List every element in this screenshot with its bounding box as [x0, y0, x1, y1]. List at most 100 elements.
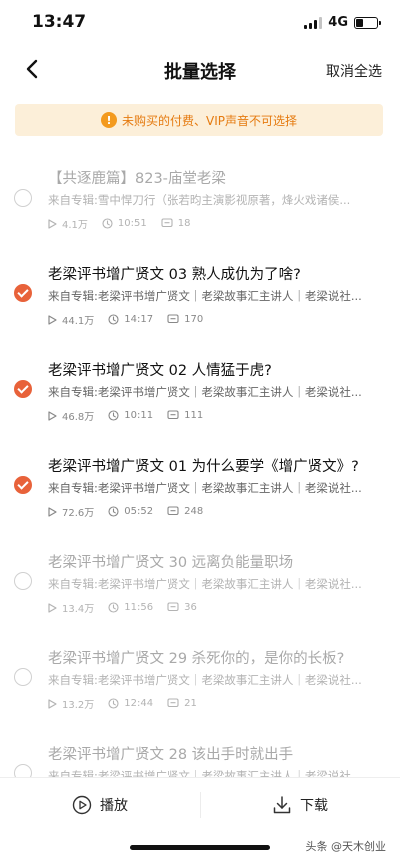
play-count: 44.1万 [48, 312, 94, 327]
play-count-value: 4.1万 [62, 220, 88, 231]
track-title: 老梁评书增广贤文 28 该出手时就出手 [48, 747, 294, 763]
status-icons: 4G [304, 15, 381, 30]
track-album: 来自专辑:老梁评书增广贤文｜老梁故事汇主讲人｜老梁说社... [48, 385, 362, 399]
play-count: 72.6万 [48, 504, 94, 519]
duration-value: 11:56 [124, 602, 154, 613]
track-title: 老梁评书增广贤文 29 杀死你的，是你的长板? [48, 651, 345, 667]
play-count-icon [48, 506, 57, 517]
track-item[interactable]: 老梁评书增广贤文 01 为什么要学《增广贤文》? 来自专辑:老梁评书增广贤文｜老梁… [0, 440, 400, 536]
cancel-select-all-button[interactable]: 取消全选 [326, 61, 382, 81]
track-album: 来自专辑:老梁评书增广贤文｜老梁故事汇主讲人｜老梁说社... [48, 577, 362, 591]
duration-clock-icon [102, 218, 113, 229]
comment-count-value: 36 [184, 602, 197, 613]
play-circle-icon [72, 795, 92, 814]
comment-icon [167, 698, 179, 708]
network-type: 4G [328, 15, 348, 30]
comment-count-value: 21 [184, 698, 197, 709]
play-label: 播放 [100, 797, 128, 814]
duration: 10:11 [108, 410, 153, 421]
play-count-icon [48, 218, 57, 229]
download-button[interactable]: 下载 [200, 778, 400, 831]
duration-clock-icon [108, 602, 119, 613]
signal-icon [304, 16, 323, 29]
play-count-value: 72.6万 [62, 508, 95, 519]
watermark: 头条 @天木创业 [305, 840, 387, 853]
track-item[interactable]: 老梁评书增广贤文 03 熟人成仇为了啥? 来自专辑:老梁评书增广贤文｜老梁故事汇主… [0, 248, 400, 344]
checkbox-unchecked-icon [14, 572, 32, 590]
comment-count: 170 [167, 314, 203, 325]
track-item[interactable]: 老梁评书增广贤文 02 人情猛于虎? 来自专辑:老梁评书增广贤文｜老梁故事汇主讲人… [0, 344, 400, 440]
duration-clock-icon [108, 506, 119, 517]
checkbox-unchecked-icon [14, 668, 32, 686]
comment-count-value: 18 [177, 218, 191, 229]
warning-icon: ! [101, 112, 117, 128]
checkbox-unchecked-icon [14, 189, 32, 207]
duration-value: 05:52 [124, 506, 154, 517]
track-album: 来自专辑:雪中悍刀行（张若昀主演影视原著，烽火戏诸侯... [48, 193, 351, 207]
bottom-action-bar: 播放 下载 [0, 777, 400, 831]
nav-bar: 批量选择 取消全选 [0, 48, 400, 92]
track-album: 来自专辑:老梁评书增广贤文｜老梁故事汇主讲人｜老梁说社... [48, 481, 362, 495]
checkbox-checked-icon[interactable] [14, 476, 32, 494]
comment-count-value: 170 [184, 314, 204, 325]
play-button[interactable]: 播放 [0, 778, 200, 831]
duration-value: 12:44 [124, 698, 154, 709]
bottom-divider [200, 792, 201, 818]
comment-count-value: 111 [184, 410, 204, 421]
track-title: 老梁评书增广贤文 02 人情猛于虎? [48, 363, 272, 379]
play-count-value: 44.1万 [62, 316, 95, 327]
duration: 05:52 [108, 506, 153, 517]
duration: 10:51 [102, 218, 147, 229]
duration-clock-icon [108, 698, 119, 709]
comment-count-value: 248 [184, 506, 204, 517]
track-item: 老梁评书增广贤文 30 远离负能量职场 来自专辑:老梁评书增广贤文｜老梁故事汇主讲… [0, 536, 400, 632]
track-album: 来自专辑:老梁评书增广贤文｜老梁故事汇主讲人｜老梁说社... [48, 673, 362, 687]
play-count-icon [48, 698, 57, 709]
duration: 12:44 [108, 698, 153, 709]
duration-value: 10:51 [117, 218, 147, 229]
duration-clock-icon [108, 410, 119, 421]
duration: 14:17 [108, 314, 153, 325]
track-title: 【共逐鹿篇】823-庙堂老梁 [48, 171, 226, 187]
play-count-value: 13.4万 [62, 604, 95, 615]
track-meta: 13.2万 12:44 21 [48, 696, 211, 711]
checkbox-checked-icon[interactable] [14, 380, 32, 398]
play-count-value: 46.8万 [62, 412, 95, 423]
track-title: 老梁评书增广贤文 03 熟人成仇为了啥? [48, 267, 301, 283]
track-meta: 44.1万 14:17 170 [48, 312, 217, 327]
notice-text: 未购买的付费、VIP声音不可选择 [122, 113, 297, 128]
home-indicator [130, 845, 270, 850]
download-label: 下载 [300, 797, 328, 814]
track-meta: 46.8万 10:11 111 [48, 408, 217, 423]
comment-icon [161, 218, 173, 228]
comment-count: 36 [167, 602, 197, 613]
duration: 11:56 [108, 602, 153, 613]
track-meta: 13.4万 11:56 36 [48, 600, 211, 615]
play-count-icon [48, 410, 57, 421]
play-count-icon [48, 602, 57, 613]
comment-count: 21 [167, 698, 197, 709]
duration-clock-icon [108, 314, 119, 325]
track-title: 老梁评书增广贤文 01 为什么要学《增广贤文》? [48, 459, 359, 475]
play-count-icon [48, 314, 57, 325]
play-count-value: 13.2万 [62, 700, 95, 711]
duration-value: 14:17 [124, 314, 154, 325]
play-count: 4.1万 [48, 216, 88, 231]
comment-icon [167, 410, 179, 420]
track-list: 【共逐鹿篇】823-庙堂老梁来自专辑:雪中悍刀行（张若昀主演影视原著，烽火戏诸侯… [0, 152, 400, 824]
play-count: 46.8万 [48, 408, 94, 423]
duration-value: 10:11 [124, 410, 154, 421]
track-meta: 72.6万 05:52 248 [48, 504, 217, 519]
comment-count: 111 [167, 410, 203, 421]
back-arrow-icon[interactable] [22, 58, 44, 80]
download-icon [273, 795, 291, 813]
battery-icon [354, 16, 381, 29]
comment-count: 248 [167, 506, 203, 517]
comment-icon [167, 602, 179, 612]
track-item: 老梁评书增广贤文 29 杀死你的，是你的长板? 来自专辑:老梁评书增广贤文｜老梁故… [0, 632, 400, 728]
status-bar: 13:47 4G [0, 0, 400, 48]
comment-count: 18 [161, 218, 191, 229]
checkbox-checked-icon[interactable] [14, 284, 32, 302]
status-time: 13:47 [32, 12, 87, 32]
track-album: 来自专辑:老梁评书增广贤文｜老梁故事汇主讲人｜老梁说社... [48, 289, 362, 303]
